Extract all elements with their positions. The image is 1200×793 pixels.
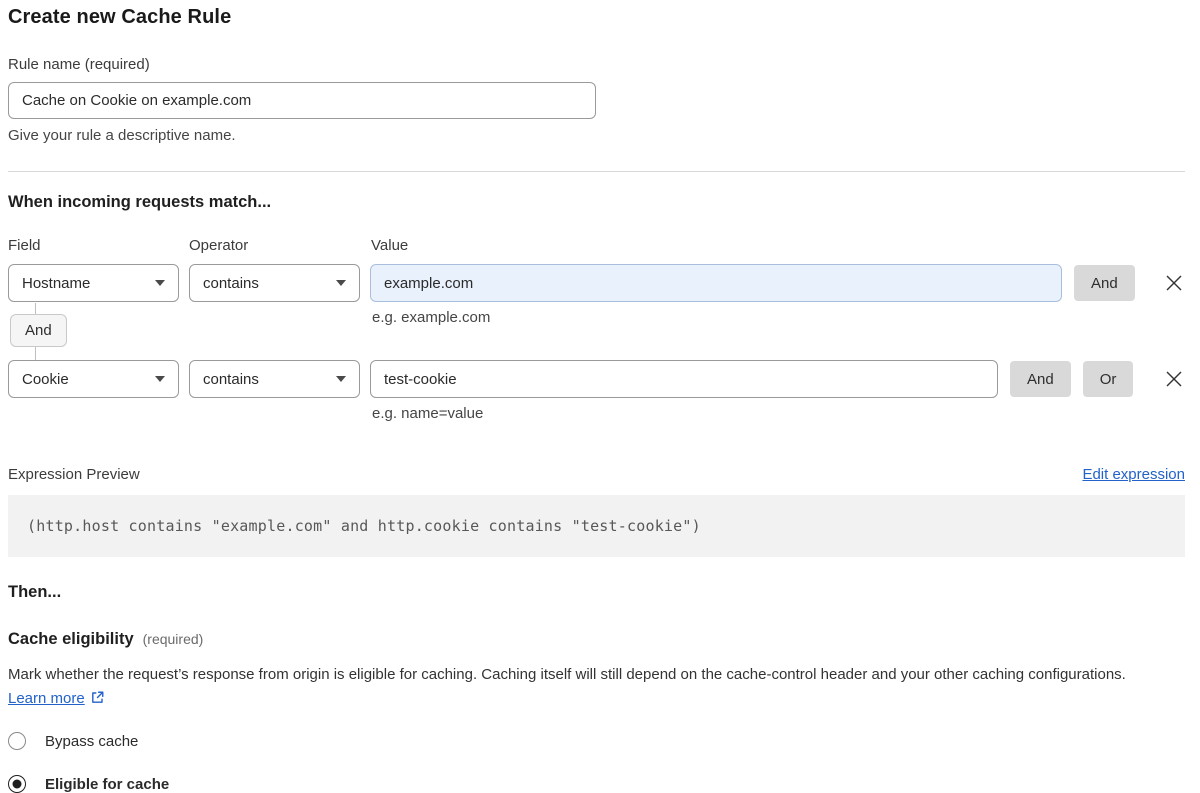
field-column-label: Field (8, 237, 189, 254)
condition-column-headers: Field Operator Value (8, 237, 1185, 254)
expression-code-block: (http.host contains "example.com" and ht… (8, 495, 1185, 557)
radio-label: Eligible for cache (45, 776, 169, 793)
match-heading: When incoming requests match... (8, 193, 1185, 212)
create-cache-rule-form: Create new Cache Rule Rule name (require… (8, 6, 1185, 793)
operator-select-value: contains (203, 275, 259, 292)
expression-preview-header: Expression Preview Edit expression (8, 466, 1185, 483)
operator-select[interactable]: contains (189, 264, 360, 302)
description-text: Mark whether the request’s response from… (8, 666, 1126, 683)
page-title: Create new Cache Rule (8, 6, 1185, 29)
close-icon (1165, 370, 1183, 388)
chevron-down-icon (336, 280, 346, 286)
connector-line (35, 347, 36, 360)
value-input[interactable] (370, 264, 1062, 302)
cache-eligibility-heading: Cache eligibility (8, 630, 134, 649)
radio-label: Bypass cache (45, 733, 138, 750)
and-condition-button[interactable]: And (1010, 361, 1071, 397)
chevron-down-icon (155, 376, 165, 382)
expression-code: (http.host contains "example.com" and ht… (27, 517, 701, 535)
cache-eligibility-description: Mark whether the request’s response from… (8, 663, 1168, 713)
operator-select-value: contains (203, 371, 259, 388)
connector-and-toggle[interactable]: And (10, 314, 67, 347)
value-column-label: Value (371, 237, 408, 254)
then-heading: Then... (8, 583, 1185, 602)
field-select[interactable]: Cookie (8, 360, 179, 398)
operator-select[interactable]: contains (189, 360, 360, 398)
external-link-icon (90, 689, 105, 713)
required-note: (required) (143, 631, 204, 647)
operator-column-label: Operator (189, 237, 371, 254)
close-icon (1165, 274, 1183, 292)
radio-icon[interactable] (8, 732, 26, 750)
field-select-value: Cookie (22, 371, 69, 388)
section-divider (8, 171, 1185, 172)
and-condition-button[interactable]: And (1074, 265, 1135, 301)
condition-row-2: Cookie contains And Or (8, 360, 1185, 398)
value-hint: e.g. example.com (372, 309, 490, 326)
field-select-value: Hostname (22, 275, 90, 292)
learn-more-link[interactable]: Learn more (8, 690, 85, 707)
chevron-down-icon (155, 280, 165, 286)
or-condition-button[interactable]: Or (1083, 361, 1134, 397)
rule-name-label: Rule name (required) (8, 56, 1185, 73)
radio-option-eligible-for-cache[interactable]: Eligible for cache (8, 775, 1185, 793)
value-input[interactable] (370, 360, 998, 398)
condition-row-1: Hostname contains And (8, 264, 1185, 302)
rule-name-input[interactable] (8, 82, 596, 119)
remove-condition-button[interactable] (1163, 272, 1185, 294)
rule-name-help: Give your rule a descriptive name. (8, 127, 1185, 144)
condition-connector-area: And e.g. example.com (8, 302, 1185, 360)
value-hint: e.g. name=value (372, 405, 1185, 422)
remove-condition-button[interactable] (1163, 368, 1185, 390)
radio-icon[interactable] (8, 775, 26, 793)
cache-eligibility-header: Cache eligibility (required) (8, 630, 1185, 649)
radio-option-bypass-cache[interactable]: Bypass cache (8, 732, 1185, 750)
field-select[interactable]: Hostname (8, 264, 179, 302)
chevron-down-icon (336, 376, 346, 382)
expression-preview-label: Expression Preview (8, 466, 140, 483)
edit-expression-link[interactable]: Edit expression (1082, 466, 1185, 483)
